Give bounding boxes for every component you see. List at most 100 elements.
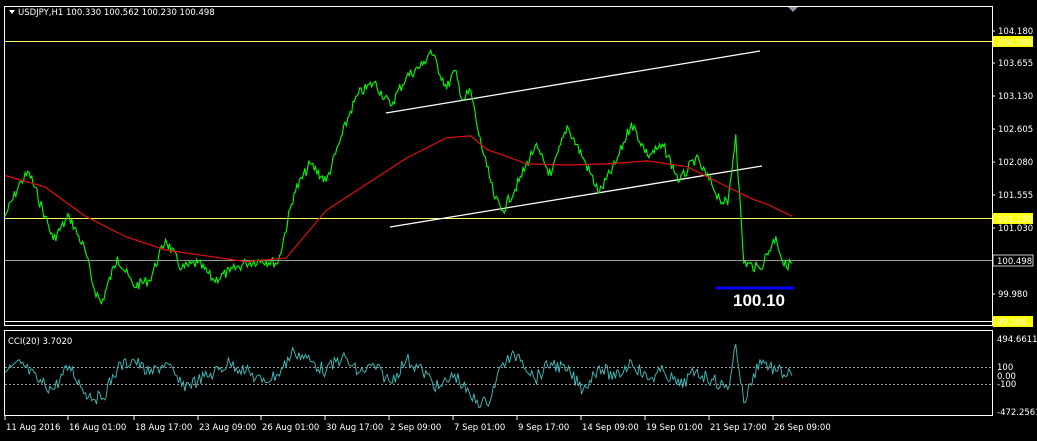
price-point <box>92 285 94 287</box>
price-point <box>695 157 697 159</box>
price-point <box>486 166 488 168</box>
cci-tick-label: 494.6611 <box>997 335 1037 345</box>
price-series-group <box>4 48 793 306</box>
price-point <box>446 87 448 89</box>
time-axis: 11 Aug 2016 16 Aug 01:00 18 Aug 17:00 23 Au… <box>4 416 831 433</box>
price-point <box>373 81 375 83</box>
time-tick-label: 21 Sep 17:00 <box>710 423 767 433</box>
price-tick-label: 103.130 <box>998 92 1033 102</box>
price-point <box>759 268 761 270</box>
price-point <box>582 157 584 159</box>
price-point <box>132 285 135 287</box>
price-point <box>197 262 199 264</box>
price-point <box>293 192 295 194</box>
time-tick-label: 26 Sep 09:00 <box>774 423 831 433</box>
price-point <box>630 122 633 124</box>
price-point <box>662 145 665 147</box>
price-point <box>100 302 102 305</box>
price-tick-label: 101.030 <box>998 224 1033 234</box>
price-tag-current: 100.498 <box>997 257 1032 267</box>
time-tick-label: 9 Sep 17:00 <box>518 423 569 433</box>
price-tag-99500: 99.500 <box>997 318 1027 328</box>
scroll-marker-icon[interactable] <box>788 7 798 12</box>
price-point <box>478 134 480 136</box>
price-point <box>470 90 472 92</box>
price-chart[interactable]: USDJPY,H1 100.330 100.562 100.230 100.49… <box>0 0 1037 441</box>
price-point <box>229 270 231 273</box>
price-point <box>679 180 681 182</box>
price-point <box>775 236 777 238</box>
price-point <box>462 99 464 101</box>
price-point <box>518 180 520 182</box>
price-line[interactable] <box>4 48 793 306</box>
price-point <box>149 279 151 281</box>
channel-upper-line[interactable] <box>385 50 761 114</box>
price-point <box>389 105 392 107</box>
main-pane-frame <box>4 6 993 326</box>
ma-series-group <box>4 135 793 263</box>
price-tick-label: 102.080 <box>998 158 1033 168</box>
price-point <box>646 154 649 156</box>
price-point <box>165 238 167 241</box>
price-point <box>711 183 713 185</box>
price-point <box>405 76 408 78</box>
price-point <box>245 262 247 264</box>
price-point <box>68 215 70 217</box>
price-point <box>4 215 6 217</box>
cci-series-group <box>4 344 793 408</box>
time-tick-label: 16 Aug 01:00 <box>69 423 126 433</box>
price-point <box>550 174 552 177</box>
price-point <box>341 134 343 136</box>
price-point <box>494 198 496 200</box>
price-point <box>735 134 737 136</box>
time-tick-label: 30 Aug 17:00 <box>326 423 383 433</box>
price-point <box>325 180 327 182</box>
price-point <box>791 262 793 264</box>
cci-header: CCI(20) 3.7020 <box>8 337 72 347</box>
cci-line[interactable] <box>4 344 793 408</box>
price-point <box>566 125 568 127</box>
time-tick-label: 7 Sep 01:00 <box>454 423 505 433</box>
price-point <box>84 250 86 252</box>
price-point <box>116 256 118 258</box>
price-point <box>430 49 432 52</box>
cci-tick-label: -100 <box>997 380 1016 390</box>
price-point <box>349 110 351 113</box>
price-tick-label: 104.180 <box>998 27 1033 37</box>
price-point <box>44 215 46 217</box>
price-point <box>534 145 536 147</box>
time-tick-label: 23 Aug 09:00 <box>199 423 256 433</box>
price-point <box>28 172 30 174</box>
price-point <box>213 279 215 281</box>
time-tick-label: 19 Sep 01:00 <box>646 423 703 433</box>
price-point <box>309 163 311 165</box>
time-tick-label: 2 Sep 09:00 <box>390 423 441 433</box>
price-point <box>52 238 54 241</box>
price-tick-label: 103.655 <box>998 59 1033 69</box>
price-point <box>454 70 456 72</box>
price-point <box>277 262 279 264</box>
price-tag-104000: 104.000 <box>997 38 1032 48</box>
price-point <box>727 204 729 206</box>
price-point <box>357 93 359 95</box>
price-point <box>181 268 183 270</box>
price-point <box>743 262 745 264</box>
time-tick-label: 11 Aug 2016 <box>6 423 60 433</box>
ma-line[interactable] <box>4 135 793 263</box>
price-point <box>502 209 504 211</box>
support-label: 100.10 <box>733 291 785 310</box>
symbol-header: USDJPY,H1 100.330 100.562 100.230 100.49… <box>18 8 215 18</box>
price-point <box>598 192 600 194</box>
cci-tick-label: -472.2561 <box>997 408 1037 418</box>
price-tick-label: 99.980 <box>998 290 1028 300</box>
price-point <box>719 198 721 200</box>
price-tick-label: 101.555 <box>998 191 1033 201</box>
chart-menu-icon[interactable] <box>9 10 15 14</box>
price-tag-101150: 101.150 <box>997 215 1032 225</box>
price-point <box>783 265 785 267</box>
time-tick-label: 26 Aug 01:00 <box>262 423 319 433</box>
time-tick-label: 18 Aug 17:00 <box>135 423 192 433</box>
time-tick-label: 14 Sep 09:00 <box>582 423 639 433</box>
price-point <box>422 64 424 66</box>
price-tick-label: 102.605 <box>998 125 1033 135</box>
